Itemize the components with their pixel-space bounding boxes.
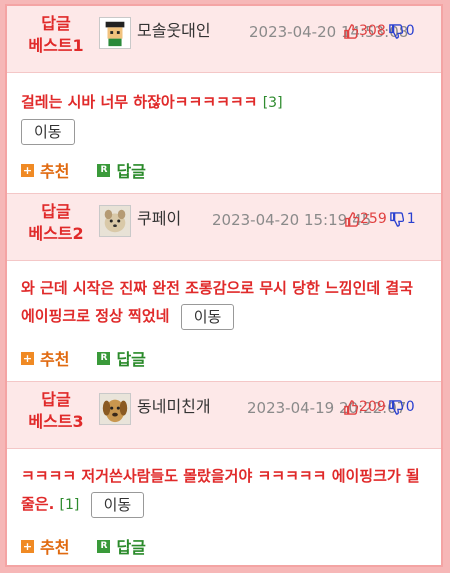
reply-button[interactable]: R 답글 bbox=[97, 534, 146, 558]
vote-counts: 259 1 bbox=[344, 209, 416, 229]
plus-square-icon: + bbox=[21, 351, 34, 365]
post-actions: + 추천 R 답글 bbox=[21, 158, 146, 182]
like-count: 259 bbox=[360, 211, 387, 227]
post-actions: + 추천 R 답글 bbox=[21, 534, 146, 558]
thumbs-up-icon[interactable] bbox=[343, 23, 358, 39]
reply-button[interactable]: R 답글 bbox=[97, 346, 146, 370]
thumbs-down-icon[interactable] bbox=[388, 23, 403, 39]
dislike-count: 0 bbox=[405, 399, 415, 415]
like-count: 308 bbox=[359, 23, 386, 39]
nickname[interactable]: 모솔웃대인 bbox=[137, 20, 211, 42]
recommend-button[interactable]: + 추천 bbox=[21, 534, 69, 558]
thumbs-down-icon[interactable] bbox=[389, 211, 404, 227]
recommend-button[interactable]: + 추천 bbox=[21, 346, 69, 370]
post-body: ㅋㅋㅋㅋ 저거쓴사람들도 몰랐을거야 ㅋㅋㅋㅋㅋ 에이핑크가 될줄은. [1] … bbox=[7, 462, 441, 519]
nickname[interactable]: 쿠페이 bbox=[137, 208, 181, 230]
post-header: 답글 베스트3 동네미친개 2023-04-19 20:22:07 209 0 bbox=[7, 382, 441, 449]
thumbs-up-icon[interactable] bbox=[344, 211, 359, 227]
post-actions: + 추천 R 답글 bbox=[21, 346, 146, 370]
move-button[interactable]: 이동 bbox=[21, 118, 75, 145]
move-button[interactable]: 이동 bbox=[90, 491, 145, 518]
best-replies-panel: 답글 베스트1 모솔웃대인 2023-04-20 14:53:08 308 0 … bbox=[5, 4, 443, 567]
recommend-button[interactable]: + 추천 bbox=[21, 158, 69, 182]
dislike-count: 1 bbox=[406, 211, 416, 227]
plus-square-icon: + bbox=[21, 163, 34, 177]
reply-button[interactable]: R 답글 bbox=[97, 158, 146, 182]
post-body: 걸레는 시바 너무 하잖아ㅋㅋㅋㅋㅋㅋ [3] 이동 bbox=[7, 88, 441, 145]
post-text: 걸레는 시바 너무 하잖아ㅋㅋㅋㅋㅋㅋ bbox=[21, 93, 258, 111]
like-count: 209 bbox=[359, 399, 386, 415]
best-reply-badge: 답글 베스트1 bbox=[28, 14, 84, 55]
post-body: 와 근데 시작은 진짜 완전 조롱감으로 무시 당한 느낌인데 결국 에이핑크로… bbox=[7, 274, 441, 331]
comment-count[interactable]: [1] bbox=[60, 497, 80, 513]
post-header: 답글 베스트1 모솔웃대인 2023-04-20 14:53:08 308 0 bbox=[7, 6, 441, 73]
nickname[interactable]: 동네미친개 bbox=[137, 396, 211, 418]
best-reply-badge: 답글 베스트2 bbox=[28, 202, 84, 243]
r-square-icon: R bbox=[97, 539, 111, 553]
move-button[interactable]: 이동 bbox=[180, 303, 235, 330]
r-square-icon: R bbox=[97, 163, 111, 177]
vote-counts: 209 0 bbox=[343, 397, 415, 417]
user-avatar[interactable] bbox=[99, 393, 131, 425]
post-header: 답글 베스트2 쿠페이 2023-04-20 15:19:45 259 1 bbox=[7, 194, 441, 261]
user-avatar[interactable] bbox=[99, 205, 131, 237]
post-text: ㅋㅋㅋㅋ 저거쓴사람들도 몰랐을거야 ㅋㅋㅋㅋㅋ 에이핑크가 될줄은. bbox=[21, 467, 420, 513]
user-avatar[interactable] bbox=[99, 17, 131, 49]
best-reply-badge: 답글 베스트3 bbox=[28, 390, 84, 431]
thumbs-down-icon[interactable] bbox=[388, 399, 403, 415]
comment-count[interactable]: [3] bbox=[263, 95, 283, 111]
plus-square-icon: + bbox=[21, 539, 34, 553]
r-square-icon: R bbox=[97, 351, 111, 365]
dislike-count: 0 bbox=[405, 23, 415, 39]
vote-counts: 308 0 bbox=[343, 21, 415, 41]
thumbs-up-icon[interactable] bbox=[343, 399, 358, 415]
